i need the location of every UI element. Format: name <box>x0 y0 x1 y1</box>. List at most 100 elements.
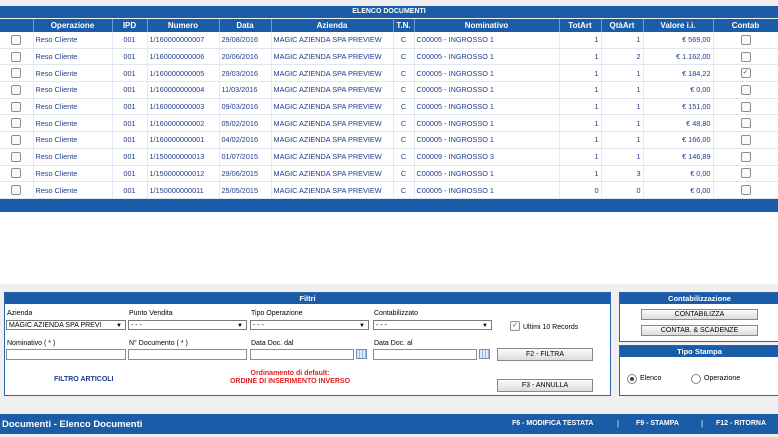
operazione-radio[interactable] <box>691 374 701 384</box>
separator: | <box>701 419 704 428</box>
select-cell <box>0 48 34 66</box>
filtro-articoli-link[interactable]: FILTRO ARTICOLI <box>54 376 114 383</box>
row-checkbox[interactable] <box>11 34 22 45</box>
row-checkbox[interactable] <box>11 118 22 129</box>
totart-cell: 1 <box>559 131 602 149</box>
azienda-cell: MAGIC AZIENDA SPA PREVIEW <box>271 131 394 149</box>
row-checkbox[interactable] <box>11 101 22 112</box>
row-checkbox[interactable] <box>11 135 22 145</box>
col-nominativo[interactable]: Nominativo <box>414 19 560 32</box>
valore-cell: € 48,80 <box>643 114 714 133</box>
calendar-icon[interactable] <box>479 349 490 359</box>
chevron-down-icon: ▼ <box>359 323 365 329</box>
valore-cell: € 166,00 <box>643 131 714 149</box>
totart-cell: 1 <box>559 114 602 133</box>
ultimi-checkbox[interactable]: ✓ <box>510 321 520 331</box>
row-checkbox[interactable] <box>11 168 22 179</box>
row-checkbox[interactable] <box>11 151 22 162</box>
f9-stampa-button[interactable]: F9 - STAMPA <box>636 420 679 427</box>
col-operazione[interactable]: Operazione <box>33 19 113 32</box>
data-cell: 09/03/2016 <box>219 98 272 116</box>
col-numero[interactable]: Numero <box>147 19 220 32</box>
empty-cell <box>0 198 34 212</box>
empty-cell <box>271 198 394 212</box>
data-cell: 29/08/2016 <box>219 32 272 49</box>
valore-cell: € 184,22 <box>643 64 714 83</box>
totart-cell: 1 <box>559 98 602 116</box>
ipd-cell: 001 <box>112 32 148 49</box>
col-qtaart[interactable]: QtàArt <box>601 19 644 32</box>
operazione-cell: Reso Cliente <box>33 64 113 83</box>
numero-cell: 1/150000000012 <box>147 165 220 183</box>
row-checkbox[interactable] <box>11 84 22 95</box>
f6-modifica-button[interactable]: F6 - MODIFICA TESTATA <box>512 420 593 427</box>
azienda-cell: MAGIC AZIENDA SPA PREVIEW <box>271 148 394 166</box>
elenco-radio[interactable] <box>627 374 637 384</box>
tipo-operazione-value: - - - <box>253 322 264 329</box>
separator: | <box>617 419 620 428</box>
data-al-input[interactable] <box>373 349 477 360</box>
operazione-cell: Reso Cliente <box>33 165 113 183</box>
col-valore[interactable]: Valore i.i. <box>643 19 714 32</box>
contab-checkbox <box>740 51 751 62</box>
row-checkbox[interactable] <box>11 51 22 62</box>
calendar-icon[interactable] <box>356 349 367 359</box>
data-cell: 29/06/2015 <box>219 165 272 183</box>
punto-vendita-select[interactable]: - - - ▼ <box>128 320 247 330</box>
col-totart[interactable]: TotArt <box>559 19 602 32</box>
contab-scadenze-button[interactable]: CONTAB. & SCADENZE <box>641 325 758 336</box>
selected-row[interactable] <box>0 198 778 212</box>
azienda-value: MAGIC AZIENDA SPA PREVI <box>9 322 102 329</box>
nominativo-input[interactable] <box>6 349 126 360</box>
contab-checkbox <box>740 34 751 45</box>
qtaart-cell: 1 <box>601 148 644 166</box>
nominativo-cell: C00005 - INGROSSO 1 <box>414 114 560 133</box>
contabilizza-button[interactable]: CONTABILIZZA <box>641 309 758 320</box>
ipd-cell: 001 <box>112 48 148 66</box>
col-data[interactable]: Data <box>219 19 272 32</box>
filtra-button[interactable]: F2 - FILTRA <box>497 348 593 361</box>
table-row[interactable]: Reso Cliente 001 1/160000000004 11/03/2016 M… <box>0 81 778 99</box>
table-row[interactable]: Reso Cliente 001 1/160000000001 04/02/2016 M… <box>0 131 778 149</box>
table-row[interactable]: Reso Cliente 001 1/150000000013 01/07/2015 M… <box>0 148 778 166</box>
annulla-button[interactable]: F3 - ANNULLA <box>497 379 593 392</box>
tn-cell: C <box>393 131 415 149</box>
row-checkbox[interactable] <box>11 68 22 79</box>
qtaart-cell: 1 <box>601 64 644 83</box>
totart-cell: 0 <box>559 181 602 199</box>
col-ipd[interactable]: IPD <box>112 19 148 32</box>
data-dal-input[interactable] <box>250 349 354 360</box>
chevron-down-icon: ▼ <box>237 323 243 329</box>
data-cell: 05/02/2016 <box>219 114 272 133</box>
table-row[interactable]: Reso Cliente 001 1/150000000012 29/06/2015 M… <box>0 165 778 183</box>
qtaart-cell: 3 <box>601 165 644 183</box>
contab-cell <box>713 98 778 116</box>
azienda-select[interactable]: MAGIC AZIENDA SPA PREVI ▼ <box>6 320 126 330</box>
chevron-down-icon: ▼ <box>482 323 488 329</box>
documento-input[interactable] <box>128 349 247 360</box>
row-checkbox[interactable] <box>11 185 22 196</box>
select-cell <box>0 64 34 83</box>
tipo-operazione-select[interactable]: - - - ▼ <box>250 320 369 330</box>
contabilizzato-select[interactable]: - - - ▼ <box>373 320 492 330</box>
filters-panel: Filtri Azienda MAGIC AZIENDA SPA PREVI ▼ … <box>4 292 611 396</box>
empty-cell <box>559 198 602 212</box>
table-row[interactable]: Reso Cliente 001 1/160000000003 09/03/2016 M… <box>0 98 778 116</box>
status-bar: Documenti - Elenco Documenti F6 - MODIFI… <box>0 414 778 434</box>
operazione-cell: Reso Cliente <box>33 98 113 116</box>
col-contab[interactable]: Contab <box>713 19 778 32</box>
col-azienda[interactable]: Azienda <box>271 19 394 32</box>
table-row[interactable]: Reso Cliente 001 1/160000000005 29/03/2016 M… <box>0 64 778 83</box>
table-row[interactable]: Reso Cliente 001 1/150000000011 25/05/2015 M… <box>0 181 778 199</box>
table-row[interactable]: Reso Cliente 001 1/160000000006 20/06/2016 M… <box>0 48 778 66</box>
ipd-cell: 001 <box>112 98 148 116</box>
table-row[interactable]: Reso Cliente 001 1/160000000007 29/08/2016 M… <box>0 32 778 49</box>
contab-checkbox <box>740 151 751 162</box>
tn-cell: C <box>393 64 415 83</box>
table-row[interactable]: Reso Cliente 001 1/160000000002 05/02/2016 M… <box>0 114 778 133</box>
contab-cell <box>713 165 778 183</box>
data-cell: 04/02/2016 <box>219 131 272 149</box>
f12-ritorna-button[interactable]: F12 - RITORNA <box>716 420 766 427</box>
col-tn[interactable]: T.N. <box>393 19 415 32</box>
azienda-label: Azienda <box>7 310 33 317</box>
